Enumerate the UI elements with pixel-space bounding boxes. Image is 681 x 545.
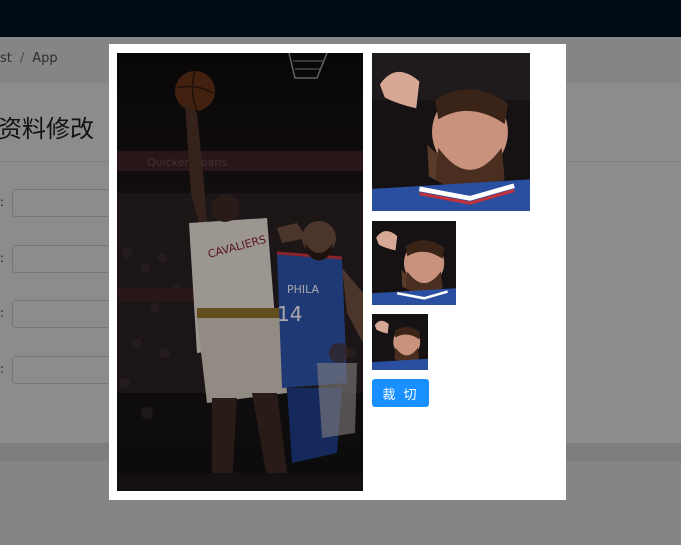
preview-medium [372,221,456,305]
crop-modal: Quicken Loans CAVALIERS PHILA 14 [109,44,566,500]
player-face-preview-large [372,53,530,211]
basketball-photo-image: Quicken Loans CAVALIERS PHILA 14 [117,53,363,491]
cropper-area[interactable]: Quicken Loans CAVALIERS PHILA 14 [117,53,363,491]
player-face-preview-medium [372,221,456,305]
preview-large [372,53,530,211]
preview-small [372,314,428,370]
crop-button[interactable]: 裁 切 [372,379,429,407]
player-face-preview-small [372,314,428,370]
